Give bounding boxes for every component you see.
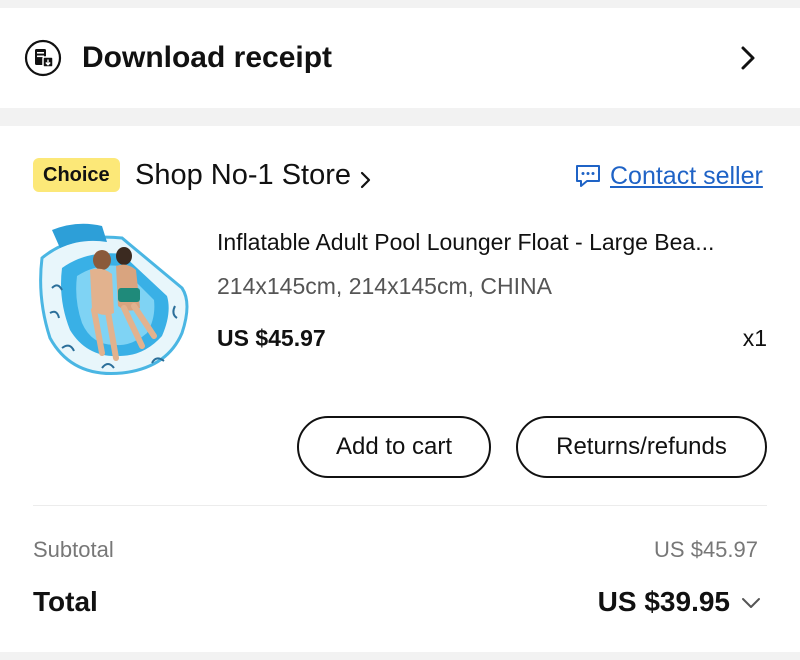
divider (33, 505, 767, 506)
product-variant: 214x145cm, 214x145cm, CHINA (217, 273, 552, 299)
order-card: Choice Shop No-1 Store Contact seller In… (0, 126, 800, 652)
shop-link[interactable]: Shop No-1 Store (135, 156, 371, 194)
total-value[interactable]: US $39.95 (598, 582, 730, 622)
pool-lounger-float-image[interactable] (32, 218, 200, 386)
returns-refunds-button[interactable]: Returns/refunds (516, 416, 767, 478)
download-receipt-label: Download receipt (82, 41, 333, 74)
product-title[interactable]: Inflatable Adult Pool Lounger Float - La… (217, 226, 777, 258)
product-quantity: x1 (742, 325, 767, 351)
chat-bubble-icon (576, 165, 600, 187)
contact-seller-label: Contact seller (610, 162, 763, 190)
total-label: Total (33, 586, 98, 617)
chevron-right-icon (741, 46, 755, 70)
choice-badge: Choice (33, 158, 120, 192)
subtotal-label: Subtotal (33, 537, 114, 562)
subtotal-value: US $45.97 (654, 537, 758, 562)
receipt-card: Download receipt (0, 8, 800, 108)
add-to-cart-button[interactable]: Add to cart (297, 416, 491, 478)
receipt-download-icon (24, 39, 62, 77)
chevron-right-icon (360, 171, 371, 188)
shop-name: Shop No-1 Store (135, 159, 352, 191)
product-price: US $45.97 (217, 325, 326, 351)
chevron-down-icon[interactable] (740, 596, 762, 610)
download-receipt-row[interactable]: Download receipt (0, 8, 800, 108)
